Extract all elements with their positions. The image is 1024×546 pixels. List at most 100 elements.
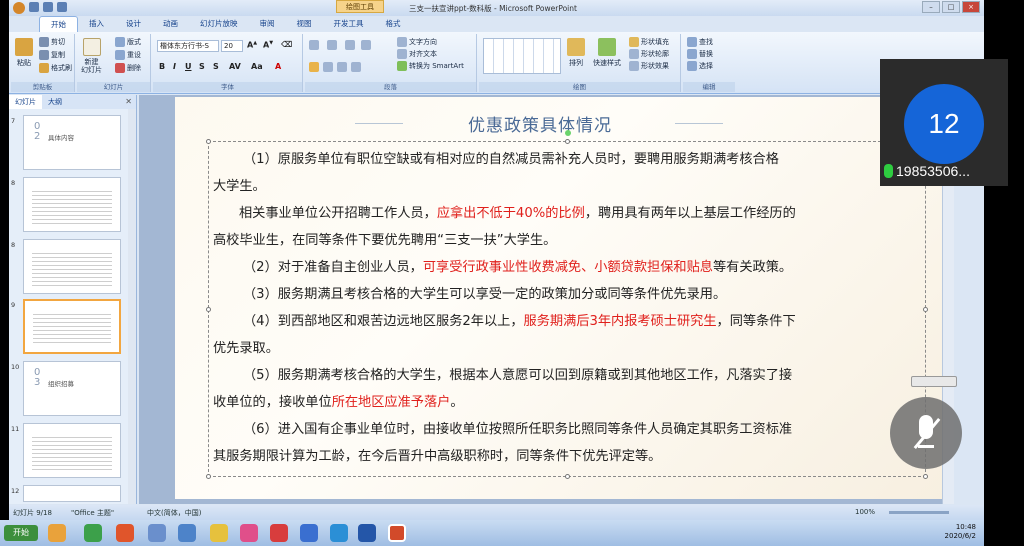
layout-button[interactable]: 版式	[115, 37, 141, 47]
slide-thumbnail[interactable]: 0 2 具体内容	[23, 115, 121, 170]
tab-design[interactable]: 设计	[115, 16, 152, 32]
cut-button[interactable]: 剪切	[39, 37, 65, 47]
slide-thumbnail[interactable]	[23, 239, 121, 294]
shape-outline-button[interactable]: 形状轮廓	[629, 49, 669, 59]
app-icon[interactable]	[270, 524, 288, 542]
strikethrough-button[interactable]: S	[199, 62, 205, 71]
char-spacing-button[interactable]: AV	[229, 62, 241, 71]
select-button[interactable]: 选择	[687, 61, 713, 71]
zoom-level[interactable]: 100%	[855, 508, 875, 516]
tab-slideshow[interactable]: 幻灯片放映	[189, 16, 249, 32]
line-spacing-button[interactable]	[361, 40, 371, 50]
align-right-icon	[337, 62, 347, 72]
undo-icon[interactable]	[43, 2, 53, 12]
close-button[interactable]: ×	[962, 1, 980, 13]
office-logo-icon[interactable]	[13, 2, 25, 14]
shapes-gallery[interactable]	[483, 38, 561, 74]
save-icon[interactable]	[29, 2, 39, 12]
app-icon[interactable]	[330, 524, 348, 542]
tab-animations[interactable]: 动画	[152, 16, 189, 32]
align-right-button[interactable]	[337, 62, 347, 72]
maximize-button[interactable]: □	[942, 1, 960, 13]
clear-format-icon[interactable]: ⌫	[281, 40, 292, 49]
numbering-button[interactable]	[327, 40, 337, 50]
new-slide-button[interactable]: 新建 幻灯片	[81, 38, 102, 74]
font-family-select[interactable]: 楷体东方行书-S	[157, 40, 219, 52]
tab-review[interactable]: 审阅	[249, 16, 286, 32]
align-left-button[interactable]	[309, 62, 319, 72]
rotate-handle[interactable]	[565, 130, 571, 136]
app-icon[interactable]	[300, 524, 318, 542]
decrease-indent-button[interactable]	[345, 40, 355, 50]
app-icon[interactable]	[148, 524, 166, 542]
folder-icon[interactable]	[210, 524, 228, 542]
grow-font-button[interactable]: A▲	[247, 40, 257, 50]
tab-outline[interactable]: 大纲	[42, 95, 68, 109]
font-size-select[interactable]: 20	[221, 40, 243, 52]
arrange-button[interactable]: 排列	[567, 38, 585, 68]
slides-panel-scrollbar[interactable]	[128, 109, 136, 504]
align-text-button[interactable]: 对齐文本	[397, 49, 437, 59]
copy-button[interactable]: 复制	[39, 50, 65, 60]
selected-textbox[interactable]: （1）原服务单位有职位空缺或有相对应的自然减员需补充人员时，要聘用服务期满考核合…	[206, 130, 928, 479]
slide-thumbnail-selected[interactable]	[23, 299, 121, 354]
quick-styles-button[interactable]: 快速样式	[593, 38, 621, 68]
shadow-button[interactable]: S	[213, 62, 219, 71]
slide-thumbnail[interactable]	[23, 485, 121, 502]
start-button[interactable]: 开始	[4, 525, 38, 541]
resize-handle[interactable]	[565, 474, 570, 479]
justify-button[interactable]	[351, 62, 361, 72]
bullets-button[interactable]	[309, 40, 319, 50]
browser-icon[interactable]	[84, 524, 102, 542]
paragraph-line: （6）进入国有企事业单位时，由接收单位按照所任职务比照同等条件人员确定其职务工资…	[243, 418, 792, 437]
tab-format[interactable]: 格式	[375, 16, 412, 32]
reset-button[interactable]: 重设	[115, 50, 141, 60]
app-icon[interactable]	[178, 524, 196, 542]
slide-title[interactable]: 优惠政策具体情况	[415, 111, 665, 136]
smartart-button[interactable]: 转换为 SmartArt	[397, 61, 464, 71]
paste-button[interactable]: 粘贴	[15, 38, 33, 68]
close-icon[interactable]: ✕	[125, 97, 132, 106]
bold-button[interactable]: B	[159, 62, 165, 71]
browser-icon[interactable]	[116, 524, 134, 542]
tab-view[interactable]: 视图	[286, 16, 323, 32]
resize-handle[interactable]	[923, 474, 928, 479]
zoom-slider[interactable]	[889, 511, 949, 514]
font-color-button[interactable]: A	[275, 62, 281, 71]
video-call-tile[interactable]: 12 19853506...	[880, 59, 1008, 186]
minimize-button[interactable]: –	[922, 1, 940, 13]
shape-effects-button[interactable]: 形状效果	[629, 61, 669, 71]
tab-developer[interactable]: 开发工具	[323, 16, 375, 32]
slide-thumbnail[interactable]: 0 3 组织招募	[23, 361, 121, 416]
resize-handle[interactable]	[923, 307, 928, 312]
redo-icon[interactable]	[57, 2, 67, 12]
media-icon[interactable]	[240, 524, 258, 542]
powerpoint-icon[interactable]	[388, 524, 406, 542]
text-direction-button[interactable]: 文字方向	[397, 37, 437, 47]
resize-handle[interactable]	[565, 139, 570, 144]
align-center-button[interactable]	[323, 62, 333, 72]
theme-name: "Office 主题"	[71, 509, 115, 517]
slide-canvas[interactable]: 优惠政策具体情况 （1）原服务单位有职位空缺或有相对应的自然减员需补充人员时，要…	[175, 97, 953, 499]
shrink-font-button[interactable]: A▼	[263, 40, 273, 50]
tab-insert[interactable]: 插入	[78, 16, 115, 32]
format-painter-button[interactable]: 格式刷	[39, 63, 72, 73]
change-case-button[interactable]: Aa	[251, 62, 263, 71]
tab-slides[interactable]: 幻灯片	[9, 95, 42, 109]
italic-button[interactable]: I	[173, 62, 176, 71]
resize-handle[interactable]	[206, 139, 211, 144]
delete-slide-button[interactable]: 删除	[115, 63, 141, 73]
mute-button[interactable]	[890, 397, 962, 469]
slide-thumbnail[interactable]	[23, 423, 121, 478]
resize-handle[interactable]	[206, 474, 211, 479]
underline-button[interactable]: U	[185, 62, 192, 71]
find-button[interactable]: 查找	[687, 37, 713, 47]
app-icon[interactable]	[358, 524, 376, 542]
replace-button[interactable]: 替换	[687, 49, 713, 59]
shape-fill-button[interactable]: 形状填充	[629, 37, 669, 47]
tab-home[interactable]: 开始	[39, 16, 78, 32]
floating-toolbar[interactable]	[911, 376, 957, 387]
app-icon[interactable]	[48, 524, 66, 542]
resize-handle[interactable]	[206, 307, 211, 312]
slide-thumbnail[interactable]	[23, 177, 121, 232]
